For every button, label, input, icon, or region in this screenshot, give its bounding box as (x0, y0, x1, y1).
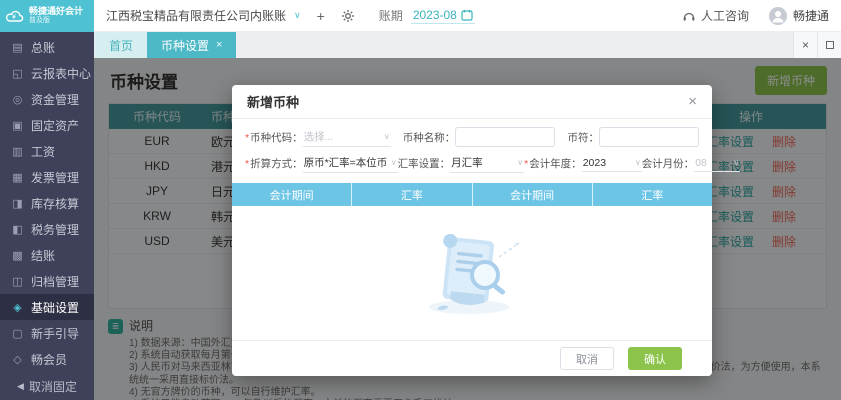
customer-service-button[interactable]: 人工咨询 (682, 7, 749, 24)
sidebar-item-closing[interactable]: ▩ 结账 (0, 242, 94, 268)
topbar: 江西税宝精品有限责任公司内账账 ∨ + 账期 2023-08 人工咨询 畅捷通 (94, 0, 841, 32)
headset-icon (683, 12, 695, 21)
rate-table-empty-state (232, 206, 712, 340)
app-window: ¥ 畅捷通好会计 普及版 ▤ 总账 ◱ 云报表中心 ◎ 资金管理 ▣ 固定资产 ▥ 工资 … (0, 0, 841, 400)
close-all-tabs-icon[interactable]: × (793, 32, 817, 58)
sidebar-item-basic-settings[interactable]: ◈ 基础设置 (0, 294, 94, 320)
modal-footer: 取消 确认 (232, 340, 712, 376)
chevron-down-icon: ∨ (390, 158, 397, 167)
sidebar-item-payroll[interactable]: ▥ 工资 (0, 138, 94, 164)
guide-icon: ▢ (12, 327, 23, 340)
empty-state-illustration (429, 233, 520, 314)
svg-text:¥: ¥ (12, 14, 16, 21)
sidebar-item-cloud-reports[interactable]: ◱ 云报表中心 (0, 60, 94, 86)
calendar-icon (461, 10, 473, 21)
currency-code-select[interactable]: 选择... ∨ (302, 127, 391, 147)
tab-home[interactable]: 首页 (95, 32, 148, 58)
archive-icon: ◫ (12, 275, 23, 288)
accounting-period: 账期 2023-08 (379, 7, 475, 24)
sidebar-item-general-ledger[interactable]: ▤ 总账 (0, 34, 94, 60)
avatar (768, 6, 787, 25)
sidebar-item-funds[interactable]: ◎ 资金管理 (0, 86, 94, 112)
confirm-button[interactable]: 确认 (628, 347, 682, 370)
chevron-down-icon: ∨ (383, 132, 390, 141)
add-currency-modal: 新增币种 × 币种代码： 选择... ∨ 币种名称： (232, 85, 741, 376)
sidebar: ¥ 畅捷通好会计 普及版 ▤ 总账 ◱ 云报表中心 ◎ 资金管理 ▣ 固定资产 ▥ 工资 … (0, 0, 94, 400)
tabbar: 首页 币种设置 × × (94, 32, 841, 58)
chevron-down-icon: ∨ (294, 10, 301, 20)
sidebar-nav: ▤ 总账 ◱ 云报表中心 ◎ 资金管理 ▣ 固定资产 ▥ 工资 ▦ 发票管理 ◨ 库存核算 ◧… (0, 32, 94, 372)
cancel-button[interactable]: 取消 (560, 347, 614, 370)
sidebar-item-fixed-assets[interactable]: ▣ 固定资产 (0, 112, 94, 138)
payroll-icon: ▥ (12, 145, 23, 158)
fixed-assets-icon: ▣ (12, 119, 23, 132)
sidebar-item-beginner-guide[interactable]: ▢ 新手引导 (0, 320, 94, 346)
closing-icon: ▩ (12, 249, 23, 262)
currency-name-input[interactable] (455, 127, 556, 147)
company-name: 江西税宝精品有限责任公司内账账 (106, 9, 287, 23)
period-picker[interactable]: 2023-08 (410, 7, 475, 24)
fiscal-year-select[interactable]: 2023 ∨ (581, 155, 642, 172)
fiscal-month-select[interactable]: 08 ∨ (694, 155, 741, 172)
tab-currency-settings[interactable]: 币种设置 × (147, 32, 237, 58)
app-logo: ¥ 畅捷通好会计 普及版 (0, 0, 94, 32)
gear-icon[interactable] (341, 9, 355, 23)
currency-symbol-input[interactable] (599, 127, 699, 147)
fiscal-year-label: 会计年度： (524, 156, 582, 171)
rate-table-header: 会计期间 汇率 会计期间 汇率 (232, 183, 712, 206)
close-tab-icon[interactable]: × (216, 39, 222, 51)
username: 畅捷通 (792, 9, 829, 23)
fiscal-month-label: 会计月份： (641, 157, 695, 170)
modal-close-icon[interactable]: × (688, 94, 697, 109)
chevron-down-icon: ∨ (517, 158, 524, 167)
company-selector[interactable]: 江西税宝精品有限责任公司内账账 ∨ (106, 7, 301, 24)
modal-form: 币种代码： 选择... ∨ 币种名称： 币符： (232, 119, 741, 183)
member-icon: ◇ (13, 353, 22, 366)
sidebar-item-archive[interactable]: ◫ 归档管理 (0, 268, 94, 294)
currency-name-label: 币种名称： (402, 131, 456, 144)
sidebar-item-membership[interactable]: ◇ 畅会员 (0, 346, 94, 372)
cloud-report-icon: ◱ (12, 67, 23, 80)
user-menu[interactable]: 畅捷通 (768, 6, 829, 25)
content: 币种设置 新增币种 币种代码 币种名称 操作 EUR 欧元 汇率设置删除 (94, 58, 841, 400)
modal-title: 新增币种 (247, 95, 300, 110)
cloud-logo-icon: ¥ (6, 10, 24, 22)
invoice-icon: ▦ (12, 171, 23, 184)
chevron-down-icon: ∨ (733, 158, 740, 167)
rate-setting-label: 汇率设置： (397, 157, 451, 170)
collapse-icon: ◀ (17, 380, 24, 391)
inventory-icon: ◨ (12, 197, 23, 210)
sidebar-item-invoices[interactable]: ▦ 发票管理 (0, 164, 94, 190)
funds-icon: ◎ (12, 93, 23, 106)
settings-icon: ◈ (13, 301, 22, 314)
conversion-method-select[interactable]: 原币*汇率=本位币 ∨ (302, 153, 398, 173)
ledger-icon: ▤ (12, 41, 23, 54)
chevron-down-icon: ∨ (634, 158, 641, 167)
sidebar-item-tax[interactable]: ◧ 税务管理 (0, 216, 94, 242)
sidebar-item-inventory[interactable]: ◨ 库存核算 (0, 190, 94, 216)
rate-setting-select[interactable]: 月汇率 ∨ (450, 153, 525, 173)
brand-subtitle: 普及版 (29, 17, 50, 25)
currency-symbol-label: 币符： (567, 131, 600, 144)
add-account-button[interactable]: + (317, 8, 325, 24)
tax-icon: ◧ (12, 223, 23, 236)
conversion-method-label: 折算方式： (245, 156, 303, 171)
currency-code-label: 币种代码： (245, 130, 303, 145)
brand-title: 畅捷通好会计 (29, 6, 84, 17)
main-area: 江西税宝精品有限责任公司内账账 ∨ + 账期 2023-08 人工咨询 畅捷通 … (94, 0, 841, 400)
period-label: 账期 (378, 9, 403, 23)
unpin-sidebar-button[interactable]: ◀ 取消固定 (0, 372, 94, 400)
fullscreen-icon[interactable] (817, 32, 841, 58)
